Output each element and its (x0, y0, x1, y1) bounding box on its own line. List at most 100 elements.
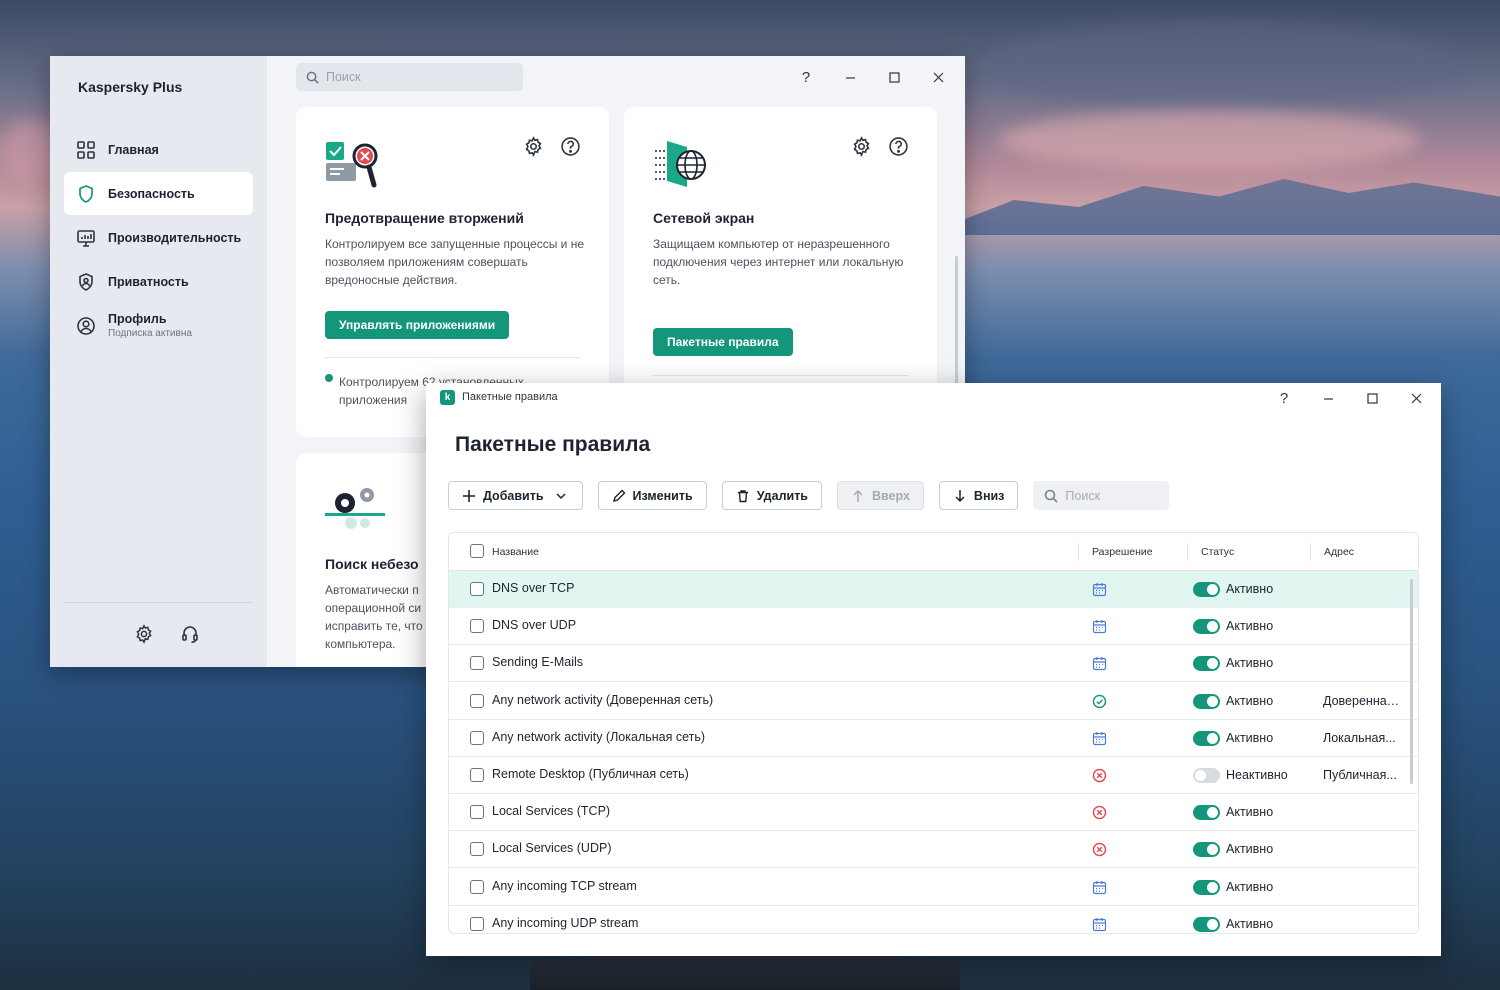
status-toggle[interactable] (1193, 656, 1220, 672)
row-checkbox[interactable] (470, 768, 484, 782)
maximize-button[interactable] (1357, 387, 1387, 409)
rules-search-input[interactable]: Поиск (1033, 481, 1170, 510)
sidebar-item-profile-text: Профиль Подписка активна (108, 312, 192, 339)
main-search-input[interactable]: Поиск (296, 63, 523, 91)
move-down-button[interactable]: Вниз (938, 481, 1019, 510)
move-up-button-label: Вверх (872, 488, 910, 503)
card-description: Защищаем компьютер от неразрешенного под… (653, 237, 904, 287)
status-toggle[interactable] (1193, 916, 1220, 932)
status-toggle[interactable] (1193, 842, 1220, 858)
packet-rules-button[interactable]: Пакетные правила (653, 328, 793, 356)
add-button-label: Добавить (483, 488, 544, 503)
edit-button[interactable]: Изменить (597, 481, 707, 510)
sidebar-item-privacy[interactable]: Приватность (64, 260, 253, 303)
status-toggle[interactable] (1193, 693, 1220, 709)
plus-icon (463, 489, 475, 502)
add-button[interactable]: Добавить (448, 481, 583, 510)
column-divider[interactable] (1078, 543, 1079, 561)
trash-icon (737, 489, 748, 502)
status-dot (325, 374, 333, 382)
table-row[interactable]: DNS over UDP Активно (449, 608, 1418, 646)
status-toggle[interactable] (1193, 730, 1220, 746)
table-row[interactable]: Sending E-Mails Активно (449, 645, 1418, 683)
table-row[interactable]: Any incoming TCP stream Активно (449, 869, 1418, 906)
row-checkbox[interactable] (470, 805, 484, 820)
status-toggle[interactable] (1193, 619, 1220, 635)
row-checkbox[interactable] (470, 656, 484, 671)
column-header-address[interactable]: Адрес (1324, 546, 1354, 558)
main-window-controls: ? (791, 66, 953, 88)
close-icon (933, 72, 943, 82)
status-toggle[interactable] (1193, 768, 1220, 783)
brand-logo: Kaspersky Plus (78, 79, 183, 95)
firewall-globe-illustration-icon (655, 141, 706, 187)
manage-applications-button[interactable]: Управлять приложениями (325, 311, 510, 339)
column-header-name[interactable]: Название (492, 546, 539, 558)
rule-status: Активно (1226, 879, 1274, 894)
status-toggle[interactable] (1193, 879, 1220, 895)
minimize-button[interactable] (1313, 387, 1343, 409)
minimize-button[interactable] (835, 66, 865, 88)
help-button[interactable]: ? (791, 66, 821, 88)
settings-gear-icon[interactable] (523, 136, 544, 157)
move-up-button[interactable]: Вверх (837, 481, 924, 510)
search-placeholder: Поиск (1065, 488, 1101, 503)
status-toggle[interactable] (1193, 805, 1220, 821)
monitor-icon (77, 229, 95, 247)
card-title: Поиск небезо (325, 556, 419, 572)
table-row[interactable]: Remote Desktop (Публичная сеть) Неактивно… (449, 757, 1418, 794)
card-actions (851, 136, 909, 157)
table-row[interactable]: Local Services (UDP) Активно (449, 831, 1418, 869)
search-icon (306, 71, 319, 84)
row-checkbox[interactable] (470, 582, 484, 596)
delete-button[interactable]: Удалить (721, 481, 822, 510)
row-checkbox[interactable] (470, 693, 484, 708)
sidebar-item-security[interactable]: Безопасность (64, 172, 253, 215)
row-checkbox[interactable] (470, 879, 484, 894)
gears-illustration-icon (325, 488, 385, 529)
status-toggle[interactable] (1193, 582, 1220, 597)
kaspersky-logo-icon: k (440, 390, 455, 405)
sidebar-item-performance[interactable]: Производительность (64, 216, 253, 259)
table-row[interactable]: Local Services (TCP) Активно (449, 794, 1418, 832)
table-scrollbar[interactable] (1410, 579, 1413, 784)
arrow-down-icon (955, 489, 965, 502)
table-row[interactable]: DNS over TCP Активно (449, 571, 1418, 608)
maximize-button[interactable] (879, 66, 909, 88)
user-icon (77, 316, 95, 335)
help-circle-icon[interactable] (560, 136, 581, 157)
settings-gear-icon[interactable] (134, 624, 154, 644)
row-checkbox[interactable] (470, 916, 484, 931)
maximize-icon (888, 71, 900, 83)
sidebar-item-label: Безопасность (108, 186, 195, 201)
sidebar-item-home[interactable]: Главная (64, 128, 253, 171)
table-row[interactable]: Any network activity (Доверенная сеть) Ак… (449, 683, 1418, 720)
column-divider[interactable] (1310, 543, 1311, 561)
help-circle-icon[interactable] (888, 136, 909, 157)
column-divider[interactable] (1187, 543, 1188, 561)
row-checkbox[interactable] (470, 842, 484, 857)
table-row[interactable]: Any incoming UDP stream Активно (449, 906, 1418, 933)
schedule-calendar-icon (1092, 620, 1107, 634)
sidebar-footer (134, 624, 200, 644)
rule-name: Any network activity (Локальная сеть) (492, 729, 706, 744)
block-x-icon (1092, 805, 1107, 820)
help-button[interactable]: ? (1269, 387, 1299, 409)
rule-name: DNS over UDP (492, 618, 577, 633)
row-checkbox[interactable] (470, 730, 484, 745)
close-button[interactable] (923, 66, 953, 88)
sidebar-item-profile[interactable]: Профиль Подписка активна (64, 304, 253, 347)
column-header-status[interactable]: Статус (1201, 546, 1234, 558)
row-checkbox[interactable] (470, 619, 484, 634)
headset-support-icon[interactable] (180, 624, 200, 644)
close-button[interactable] (1401, 387, 1431, 409)
schedule-calendar-icon (1092, 917, 1107, 931)
column-header-permission[interactable]: Разрешение (1092, 546, 1153, 558)
main-scrollbar[interactable] (955, 256, 958, 386)
rule-status: Активно (1226, 619, 1274, 634)
sidebar: Kaspersky Plus Главная Безопасность Прои… (50, 56, 267, 667)
settings-gear-icon[interactable] (851, 136, 872, 157)
select-all-checkbox[interactable] (470, 544, 484, 558)
table-row[interactable]: Any network activity (Локальная сеть) Акт… (449, 720, 1418, 757)
packet-rules-table: Название Разрешение Статус Адрес DNS ove… (448, 532, 1419, 934)
